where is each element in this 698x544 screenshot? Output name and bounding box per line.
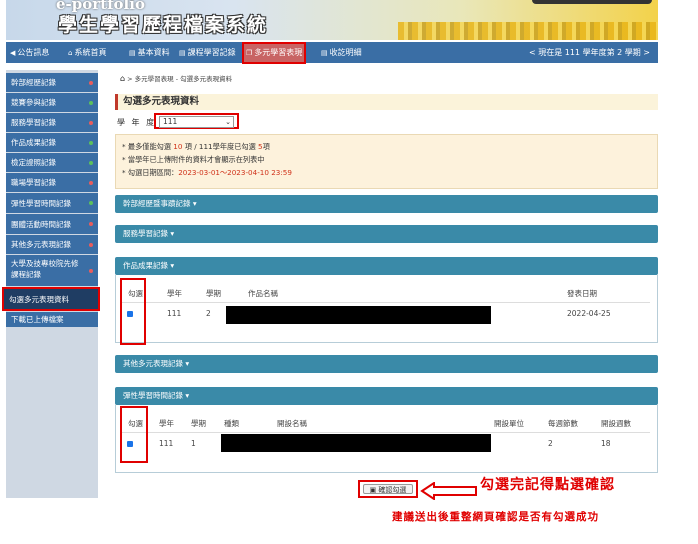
status-dot (89, 160, 93, 165)
redacted-work-name (226, 306, 491, 324)
status-dot (89, 100, 93, 105)
status-dot (89, 140, 93, 145)
notice-line-3: * 勾選日期區間：2023-03-01～2023-04-10 23:59 (122, 168, 292, 177)
panel-header-cadre[interactable]: 幹部經歷暨事蹟記錄 ▾ (115, 195, 658, 213)
col-header-work-name: 作品名稱 (248, 289, 278, 298)
col-header-weeks: 開設週數 (601, 419, 631, 428)
chevron-down-icon: ⌄ (225, 118, 231, 126)
page-title: 勾選多元表現資料 (115, 94, 658, 110)
cell-semester: 2 (206, 309, 211, 318)
status-dot (89, 80, 93, 85)
sidebar-item-cadre[interactable]: 幹部經歷記錄 (6, 73, 98, 93)
cell-year: 111 (167, 309, 182, 318)
sidebar-item-workplace[interactable]: 職場學習記錄 (6, 173, 98, 193)
confirm-selection-button[interactable]: ▣ 確認勾選 (358, 480, 418, 498)
year-label: 學 年 度 (117, 118, 157, 127)
panel-header-service[interactable]: 服務學習記錄 ▾ (115, 225, 658, 243)
annotation-instruction: 勾選完記得點選確認 (480, 477, 615, 493)
nav-course-learning[interactable]: ▤ 課程學習記錄 (179, 42, 236, 63)
nav-receipt-details[interactable]: ▤ 收訖明細 (321, 42, 362, 63)
sidebar-item-advanced-course[interactable]: 大學及技專校院先修課程記錄 (6, 255, 98, 287)
col-header-year: 學年 (159, 419, 174, 428)
status-dot (89, 242, 93, 247)
main-nav: ◀ 公告訊息 ⌂ 系統首頁 ▤ 基本資料 ▤ 課程學習記錄 ❐ 多元學習表現 ▤ 收訖明細 … (6, 42, 658, 64)
cell-year: 111 (159, 439, 174, 448)
cell-semester: 1 (191, 439, 196, 448)
col-header-type: 種類 (224, 419, 239, 428)
document-icon: ▤ (129, 49, 136, 57)
save-icon: ▣ (369, 486, 377, 494)
cell-weeks: 18 (601, 439, 611, 448)
redacted-course-info (221, 434, 491, 452)
cell-publish-date: 2022-04-25 (567, 309, 611, 318)
sidebar-item-select-performance[interactable]: 勾選多元表現資料 (2, 287, 100, 311)
home-icon: ⌂ (68, 49, 73, 57)
col-header-year: 學年 (167, 289, 182, 298)
banner-topbar (532, 0, 652, 4)
nav-basic-info[interactable]: ▤ 基本資料 (129, 42, 170, 63)
notice-box: * 最多僅能勾選 10 項 / 111學年度已勾選 5項 * 當學年已上傳附件的… (115, 134, 658, 189)
sidebar-item-group-activity[interactable]: 團體活動時間記錄 (6, 214, 98, 235)
site-banner: e-portfolio 學生學習歷程檔案系統 (6, 0, 658, 40)
current-term: < 現在是 111 學年度第 2 學期 > (528, 48, 650, 57)
sidebar-item-service[interactable]: 服務學習記錄 (6, 113, 98, 133)
sidebar-item-other[interactable]: 其他多元表現記錄 (6, 235, 98, 255)
col-header-publish-date: 發表日期 (567, 289, 597, 298)
status-dot (89, 180, 93, 185)
col-header-course-name: 開設名稱 (277, 419, 307, 428)
highlight-checkbox-column-flex (120, 406, 148, 463)
panel-header-works[interactable]: 作品成果記錄 ▾ (115, 257, 658, 275)
sidebar-item-flex-learning[interactable]: 彈性學習時間記錄 (6, 193, 98, 214)
megaphone-icon: ◀ (10, 49, 16, 57)
notice-line-1: * 最多僅能勾選 10 項 / 111學年度已勾選 5項 (122, 142, 270, 151)
nav-home[interactable]: ⌂ 系統首頁 (68, 42, 106, 63)
highlight-checkbox-column-works (120, 278, 146, 345)
document-icon: ▤ (321, 49, 328, 57)
panel-header-other[interactable]: 其他多元表現記錄 ▾ (115, 355, 658, 373)
status-dot (89, 222, 93, 226)
banner-flowers-image (398, 22, 658, 40)
nav-announcements[interactable]: ◀ 公告訊息 (10, 42, 49, 63)
divider (120, 432, 650, 433)
breadcrumb: ⌂ > 多元學習表現 - 勾選多元表現資料 (120, 74, 233, 83)
col-header-semester: 學期 (206, 289, 221, 298)
col-header-unit: 開設單位 (494, 419, 524, 428)
col-header-hours: 每週節數 (548, 419, 578, 428)
status-dot (89, 268, 93, 273)
year-select-box[interactable]: 111 ⌄ (159, 116, 234, 128)
panel-header-flex[interactable]: 彈性學習時間記錄 ▾ (115, 387, 658, 405)
status-dot (89, 201, 93, 205)
site-title: 學生學習歷程檔案系統 (58, 14, 269, 36)
document-icon: ▤ (179, 49, 186, 57)
sidebar-item-download-files[interactable]: 下載已上傳檔案 (6, 312, 98, 328)
annotation-note: 建議送出後重整網頁確認是否有勾選成功 (392, 511, 599, 523)
cell-hours: 2 (548, 439, 553, 448)
copy-icon: ❐ (246, 49, 253, 57)
sidebar-item-competition[interactable]: 競賽參與記錄 (6, 93, 98, 113)
divider (120, 302, 650, 303)
sidebar-item-certificate[interactable]: 檢定證照記錄 (6, 153, 98, 173)
notice-line-2: * 當學年已上傳附件的資料才會顯示在列表中 (122, 155, 265, 164)
year-select[interactable]: 111 ⌄ (154, 113, 239, 129)
status-dot (89, 120, 93, 125)
sidebar: 幹部經歷記錄 競賽參與記錄 服務學習記錄 作品成果記錄 檢定證照記錄 職場學習記… (2, 70, 100, 498)
col-header-semester: 學期 (191, 419, 206, 428)
arrow-left-icon (420, 482, 477, 500)
home-icon[interactable]: ⌂ (120, 74, 125, 83)
nav-multi-performance[interactable]: ❐ 多元學習表現 (242, 42, 307, 64)
sidebar-item-works[interactable]: 作品成果記錄 (6, 133, 98, 153)
